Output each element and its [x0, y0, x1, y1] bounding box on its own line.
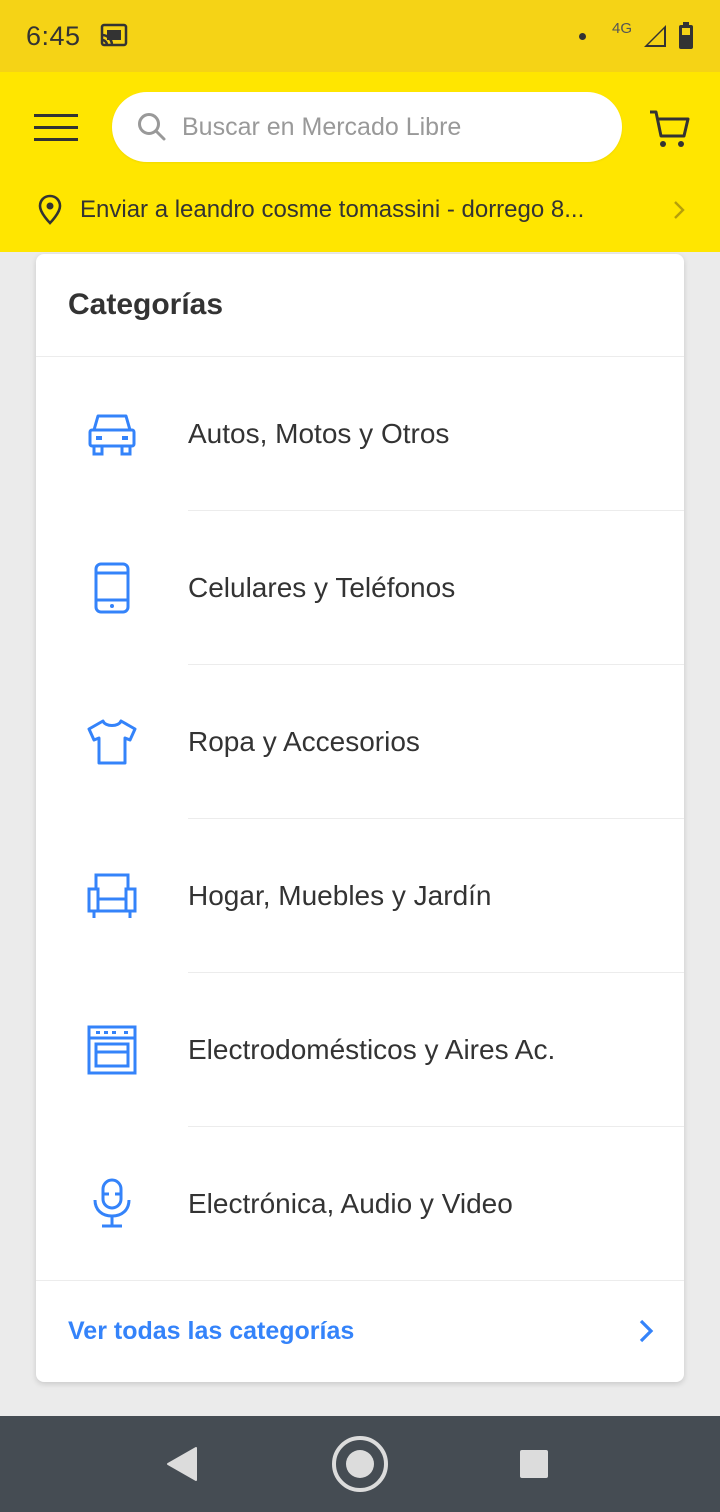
nav-home-button[interactable] — [330, 1434, 390, 1494]
cart-button[interactable] — [644, 104, 696, 154]
menu-button[interactable] — [30, 108, 82, 148]
back-triangle-icon — [167, 1447, 197, 1481]
category-item-ropa[interactable]: Ropa y Accesorios — [36, 665, 684, 819]
phone-icon — [84, 560, 140, 616]
car-icon — [84, 406, 140, 462]
category-label: Celulares y Teléfonos — [188, 572, 456, 603]
app-screen: 6:45 4G Buscar en Mercado Libre Enviar a… — [0, 0, 720, 1512]
chevron-right-icon — [638, 1318, 654, 1344]
categories-title: Categorías — [36, 254, 684, 357]
search-input[interactable] — [182, 112, 602, 142]
category-label: Ropa y Accesorios — [188, 726, 420, 757]
status-time: 6:45 — [26, 20, 81, 51]
shipping-address-row[interactable]: Enviar a leandro cosme tomassini - dorre… — [0, 184, 720, 236]
hamburger-menu-icon — [34, 114, 78, 141]
search-box[interactable] — [112, 92, 622, 162]
see-all-label: Ver todas las categorías — [68, 1316, 355, 1345]
status-bar: 6:45 4G — [0, 0, 720, 72]
location-pin-icon — [36, 194, 64, 226]
nav-recents-button[interactable] — [512, 1442, 556, 1486]
category-item-electronica[interactable]: Electrónica, Audio y Video — [36, 1127, 684, 1281]
recents-square-icon — [520, 1450, 548, 1478]
appliance-icon — [84, 1022, 140, 1078]
home-circle-icon — [332, 1436, 388, 1492]
notification-dot — [578, 32, 586, 40]
category-item-celulares[interactable]: Celulares y Teléfonos — [36, 511, 684, 665]
search-icon — [136, 111, 168, 143]
armchair-icon — [84, 868, 140, 924]
cart-icon — [650, 110, 690, 147]
system-nav-bar — [0, 1416, 720, 1512]
category-label: Electrónica, Audio y Video — [188, 1188, 513, 1219]
see-all-categories-link[interactable]: Ver todas las categorías — [36, 1281, 684, 1381]
categories-card: Categorías Autos, Motos y Otros Celulare… — [36, 254, 684, 1382]
signal-icon — [642, 23, 668, 49]
category-label: Hogar, Muebles y Jardín — [188, 880, 492, 911]
status-indicators: 4G — [578, 19, 694, 50]
chevron-right-icon — [672, 199, 686, 221]
category-item-autos[interactable]: Autos, Motos y Otros — [36, 357, 684, 511]
category-item-hogar[interactable]: Hogar, Muebles y Jardín — [36, 819, 684, 973]
microphone-icon — [84, 1176, 140, 1232]
network-type: 4G — [611, 19, 632, 37]
nav-back-button[interactable] — [160, 1442, 204, 1486]
category-item-electrodomesticos[interactable]: Electrodomésticos y Aires Ac. — [36, 973, 684, 1127]
app-header: Enviar a leandro cosme tomassini - dorre… — [0, 72, 720, 252]
shirt-icon — [84, 714, 140, 770]
category-label: Autos, Motos y Otros — [188, 418, 450, 449]
categories-list: Autos, Motos y Otros Celulares y Teléfon… — [36, 357, 684, 1281]
battery-icon — [678, 22, 694, 50]
shipping-address-text: Enviar a leandro cosme tomassini - dorre… — [80, 196, 585, 223]
category-label: Electrodomésticos y Aires Ac. — [188, 1034, 556, 1065]
cast-icon — [99, 21, 129, 51]
